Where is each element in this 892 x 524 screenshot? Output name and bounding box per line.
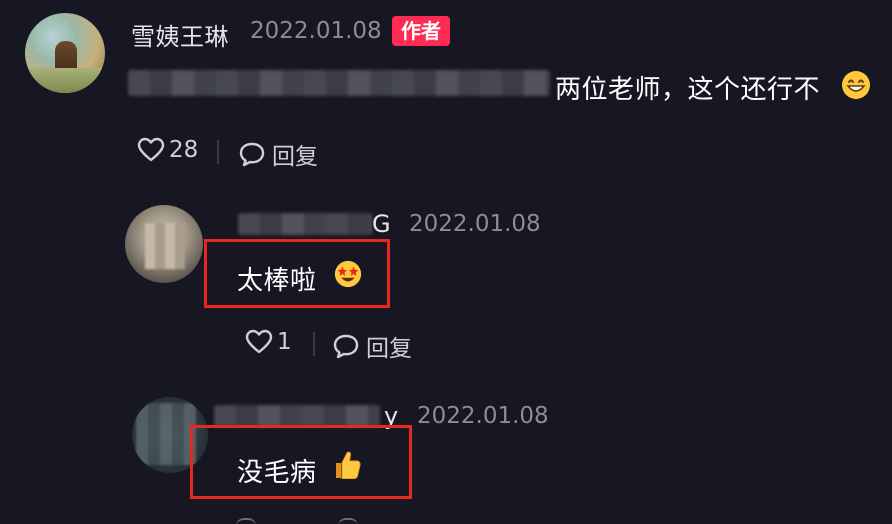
- blurred-username: [238, 213, 372, 235]
- action-divider: [313, 332, 315, 356]
- action-divider: [217, 140, 219, 164]
- comment-text: 太棒啦: [237, 266, 317, 296]
- next-action-row: [228, 518, 358, 524]
- reply-button[interactable]: 回复: [332, 329, 412, 363]
- comment-bubble-icon: [333, 334, 359, 359]
- like-button[interactable]: 1: [245, 329, 292, 355]
- star-struck-emoji: [333, 259, 363, 293]
- heart-icon: [137, 137, 165, 162]
- grinning-face-emoji: [840, 69, 872, 105]
- comment-author-name[interactable]: 雪姨王琳: [131, 17, 229, 52]
- comment-author-name[interactable]: G: [372, 210, 391, 238]
- comment-text: 两位老师，这个还行不: [555, 75, 821, 105]
- reply-button[interactable]: 回复: [238, 137, 318, 171]
- comment-date: 2022.01.08: [250, 18, 382, 44]
- avatar[interactable]: [125, 205, 203, 283]
- comment-date: 2022.01.08: [417, 403, 549, 429]
- heart-icon: [245, 329, 273, 354]
- blurred-mention: [128, 70, 550, 96]
- comment-text: 没毛病: [237, 458, 317, 488]
- thumbs-up-emoji: [332, 449, 362, 485]
- blurred-username: [214, 405, 380, 427]
- reply-label: 回复: [366, 336, 412, 362]
- reply-label: 回复: [272, 144, 318, 170]
- like-count: 1: [277, 329, 292, 355]
- avatar[interactable]: [25, 13, 105, 93]
- like-count: 28: [169, 137, 199, 163]
- author-badge: 作者: [392, 16, 450, 46]
- comment-bubble-icon: [239, 142, 265, 167]
- comment-date: 2022.01.08: [409, 211, 541, 237]
- like-button[interactable]: 28: [137, 137, 198, 163]
